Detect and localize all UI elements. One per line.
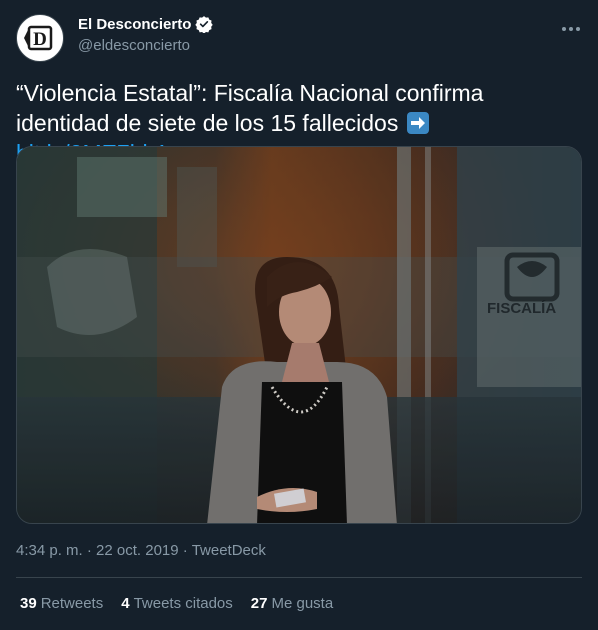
account-handle[interactable]: @eldesconcierto — [78, 37, 190, 54]
tweet-stats: 39 Retweets 4 Tweets citados 27 Me gusta — [20, 595, 351, 612]
account-name[interactable]: El Desconcierto — [78, 16, 191, 33]
divider — [16, 577, 582, 578]
avatar-letter: D — [33, 29, 47, 50]
meta-separator: · — [86, 542, 92, 559]
more-options-icon[interactable] — [560, 18, 582, 40]
verified-badge-icon — [195, 16, 214, 33]
quote-tweets-label: Tweets citados — [133, 595, 233, 612]
right-arrow-emoji-icon — [406, 112, 429, 134]
name-row: El Desconcierto — [78, 15, 214, 33]
photo-woman-fiscalia: FISCALÍA — [17, 147, 581, 523]
tweet-meta: 4:34 p. m. · 22 oct. 2019 · TweetDeck — [16, 542, 266, 559]
quote-tweets-stat[interactable]: 4 Tweets citados — [121, 595, 233, 612]
avatar[interactable]: D — [16, 14, 64, 62]
meta-separator: · — [182, 542, 188, 559]
logo-icon: D — [24, 25, 53, 51]
retweets-stat[interactable]: 39 Retweets — [20, 595, 103, 612]
tweet-time[interactable]: 4:34 p. m. — [16, 542, 83, 559]
likes-count: 27 — [250, 595, 268, 612]
quote-tweets-count: 4 — [121, 595, 130, 612]
likes-label: Me gusta — [271, 595, 334, 612]
tweet-date[interactable]: 22 oct. 2019 — [96, 542, 179, 559]
tweet-header: D El Desconcierto @eldesconcierto — [0, 0, 598, 64]
retweets-label: Retweets — [40, 595, 104, 612]
likes-stat[interactable]: 27 Me gusta — [251, 595, 333, 612]
tweet-source[interactable]: TweetDeck — [192, 542, 266, 559]
tweet-photo[interactable]: FISCALÍA — [16, 146, 582, 524]
retweets-count: 39 — [20, 595, 37, 612]
